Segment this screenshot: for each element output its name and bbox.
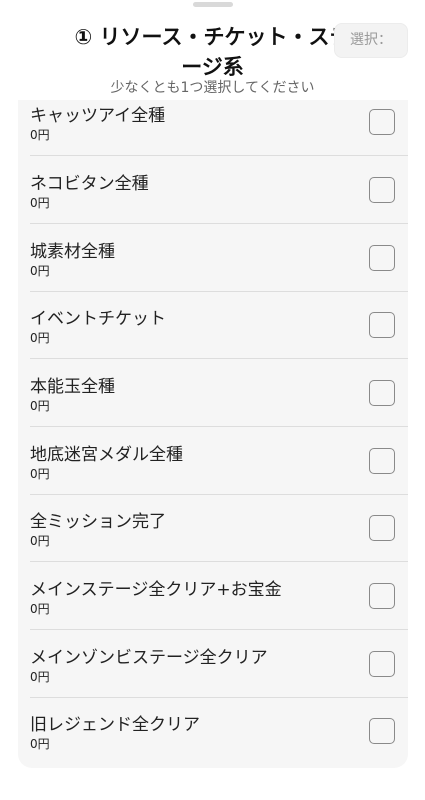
list-item[interactable]: 全ミッション完了 0円 xyxy=(18,495,408,562)
item-price: 0円 xyxy=(30,264,50,278)
item-name: 全ミッション完了 xyxy=(30,512,166,532)
divider xyxy=(30,629,408,630)
sheet-subtitle: 少なくとも1つ選択してください xyxy=(110,80,315,96)
item-price: 0円 xyxy=(30,331,50,345)
list-item[interactable]: メインステージ全クリア+お宝金 0円 xyxy=(18,563,408,630)
item-price: 0円 xyxy=(30,196,50,210)
divider xyxy=(30,155,408,156)
item-price: 0円 xyxy=(30,128,50,142)
item-checkbox[interactable] xyxy=(369,109,395,135)
item-checkbox[interactable] xyxy=(369,177,395,203)
divider xyxy=(30,561,408,562)
list-item[interactable]: 城素材全種 0円 xyxy=(18,225,408,292)
divider xyxy=(30,358,408,359)
item-price: 0円 xyxy=(30,399,50,413)
item-checkbox[interactable] xyxy=(369,718,395,744)
list-item[interactable]: 地底迷宮メダル全種 0円 xyxy=(18,428,408,495)
bottom-sheet: ① リソース・チケット・ステ ージ系 選択： 少なくとも1つ選択してください キ… xyxy=(0,0,425,800)
item-checkbox[interactable] xyxy=(369,651,395,677)
item-name: メインステージ全クリア+お宝金 xyxy=(30,580,282,600)
item-price: 0円 xyxy=(30,670,50,684)
selection-chip[interactable]: 選択： xyxy=(334,23,408,58)
item-name: メインゾンビステージ全クリア xyxy=(30,648,268,668)
item-checkbox[interactable] xyxy=(369,515,395,541)
sheet-title: ① リソース・チケット・ステ ージ系 xyxy=(70,22,355,82)
item-checkbox[interactable] xyxy=(369,448,395,474)
option-list[interactable]: キャッツアイ全種 0円 ネコビタン全種 0円 城素材全種 0円 イベントチケット… xyxy=(18,100,408,768)
item-price: 0円 xyxy=(30,467,50,481)
item-name: イベントチケット xyxy=(30,309,166,329)
item-checkbox[interactable] xyxy=(369,380,395,406)
list-item[interactable]: メインゾンビステージ全クリア 0円 xyxy=(18,631,408,698)
list-item[interactable]: 旧レジェンド全クリア 0円 xyxy=(18,698,408,765)
item-price: 0円 xyxy=(30,534,50,548)
item-name: キャッツアイ全種 xyxy=(30,106,166,126)
item-checkbox[interactable] xyxy=(369,245,395,271)
item-name: 城素材全種 xyxy=(30,242,115,262)
item-checkbox[interactable] xyxy=(369,312,395,338)
sheet-header: ① リソース・チケット・ステ ージ系 選択： 少なくとも1つ選択してください xyxy=(0,14,425,100)
list-item[interactable]: ネコビタン全種 0円 xyxy=(18,157,408,224)
item-checkbox[interactable] xyxy=(369,583,395,609)
item-name: ネコビタン全種 xyxy=(30,174,149,194)
divider xyxy=(30,223,408,224)
sheet-title-line1: ① リソース・チケット・ステ xyxy=(74,25,351,49)
item-price: 0円 xyxy=(30,737,50,751)
item-name: 本能玉全種 xyxy=(30,377,115,397)
list-item[interactable]: 本能玉全種 0円 xyxy=(18,360,408,427)
divider xyxy=(30,426,408,427)
list-item[interactable]: イベントチケット 0円 xyxy=(18,292,408,359)
list-item[interactable]: キャッツアイ全種 0円 xyxy=(18,100,408,156)
item-price: 0円 xyxy=(30,602,50,616)
item-name: 地底迷宮メダル全種 xyxy=(30,445,183,465)
item-name: 旧レジェンド全クリア xyxy=(30,715,200,735)
drag-handle[interactable] xyxy=(193,2,233,7)
